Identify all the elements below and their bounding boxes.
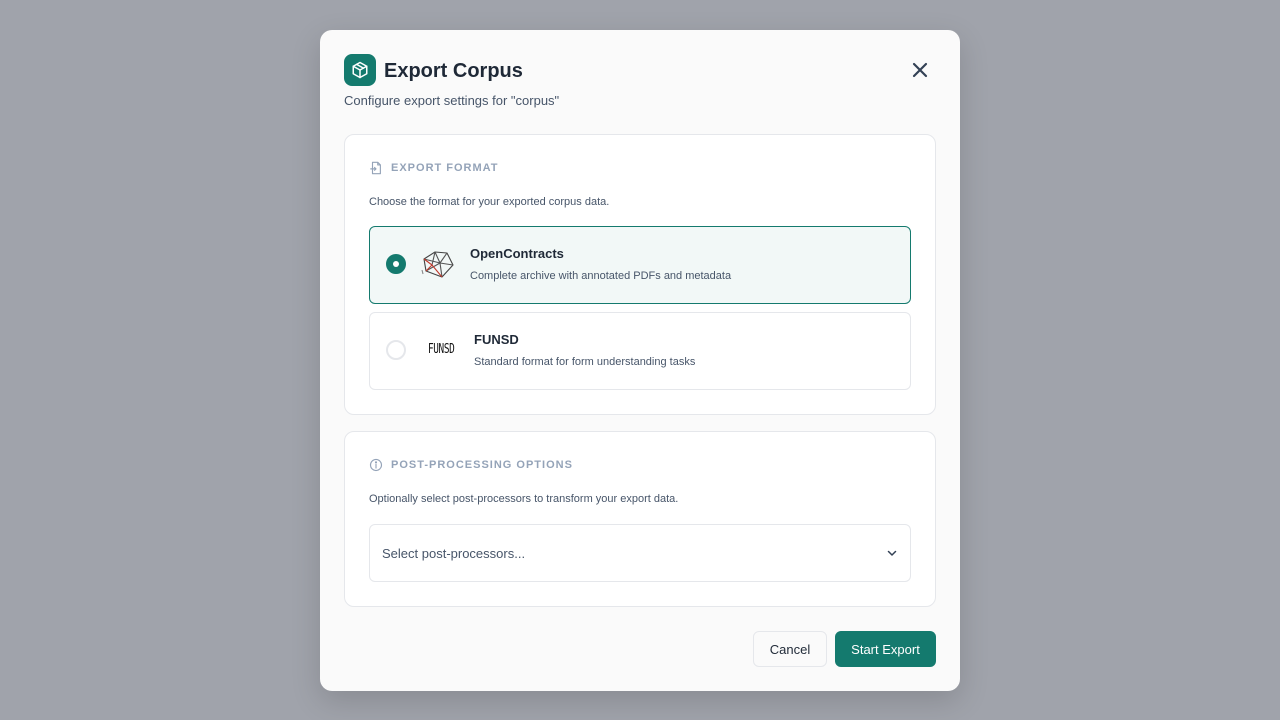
format-name-opencontracts: OpenContracts — [470, 246, 564, 261]
close-icon — [912, 62, 928, 78]
export-format-header: EXPORT FORMAT — [369, 161, 499, 175]
post-processing-section: POST-PROCESSING OPTIONS Optionally selec… — [344, 431, 936, 607]
opencontracts-logo-icon — [421, 251, 454, 278]
dialog-subtitle: Configure export settings for "corpus" — [344, 93, 560, 108]
post-processing-description: Optionally select post-processors to tra… — [369, 493, 679, 505]
export-format-heading: EXPORT FORMAT — [391, 162, 499, 174]
radio-funsd[interactable] — [386, 340, 406, 360]
post-processing-header: POST-PROCESSING OPTIONS — [369, 458, 573, 472]
export-format-section: EXPORT FORMAT Choose the format for your… — [344, 134, 936, 415]
info-icon — [369, 458, 383, 472]
format-option-funsd[interactable]: FUNSD FUNSD Standard format for form und… — [369, 312, 911, 390]
export-dialog: Export Corpus Configure export settings … — [320, 30, 960, 691]
file-export-icon — [370, 161, 381, 175]
format-desc-opencontracts: Complete archive with annotated PDFs and… — [470, 270, 732, 282]
post-processing-heading: POST-PROCESSING OPTIONS — [391, 459, 573, 471]
close-button[interactable] — [908, 58, 932, 82]
post-processors-placeholder: Select post-processors... — [382, 546, 526, 561]
start-export-button[interactable]: Start Export — [835, 631, 936, 667]
post-processors-select[interactable]: Select post-processors... — [369, 524, 911, 582]
package-icon — [344, 54, 376, 86]
funsd-logo: FUNSD — [428, 342, 455, 357]
format-name-funsd: FUNSD — [474, 332, 519, 347]
dialog-title: Export Corpus — [384, 60, 523, 82]
radio-opencontracts[interactable] — [386, 254, 406, 274]
chevron-down-icon — [887, 550, 897, 556]
cancel-button[interactable]: Cancel — [753, 631, 827, 667]
format-desc-funsd: Standard format for form understanding t… — [474, 356, 696, 368]
export-format-description: Choose the format for your exported corp… — [369, 196, 610, 208]
format-option-opencontracts[interactable]: OpenContracts Complete archive with anno… — [369, 226, 911, 304]
